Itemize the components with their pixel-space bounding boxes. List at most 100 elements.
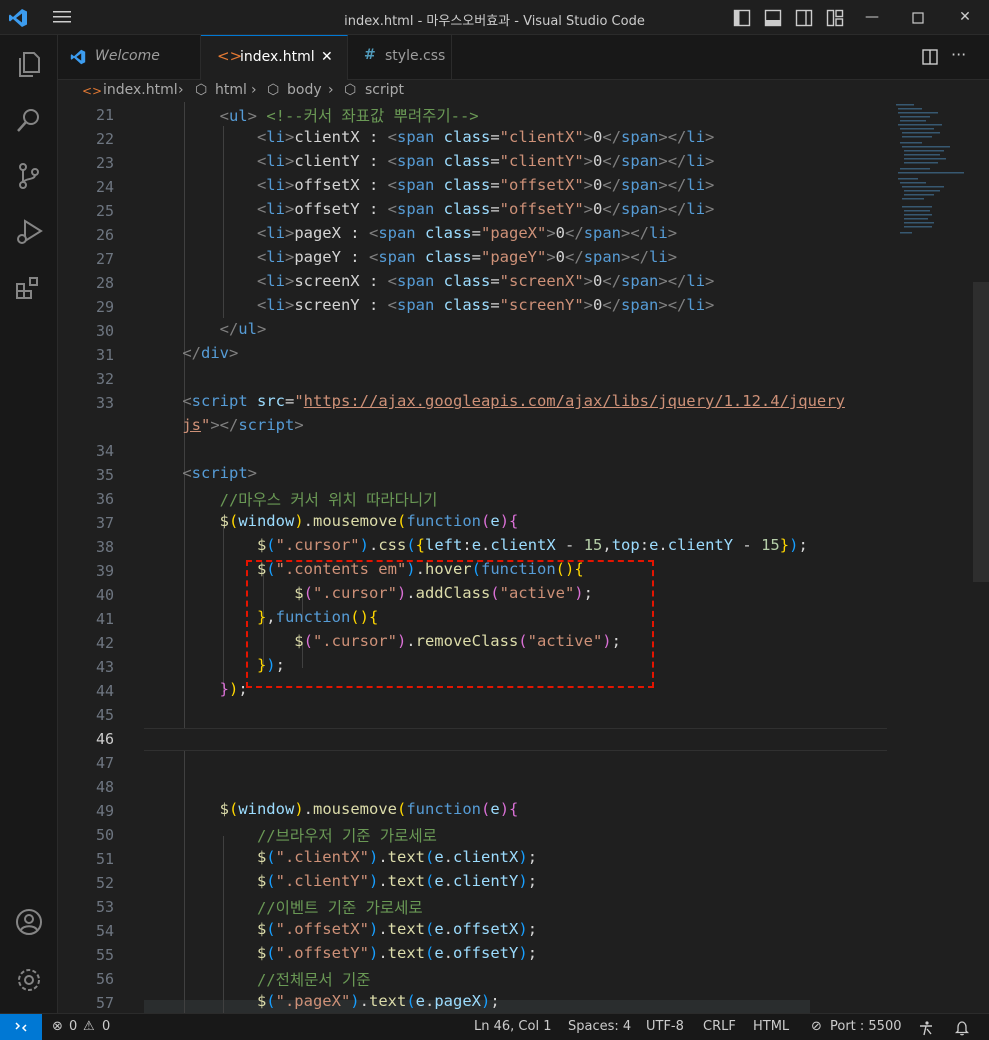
code-token: clientY [667,536,734,554]
code-token: ></ [658,272,687,290]
notifications-bell-icon[interactable] [955,1020,969,1036]
code-token: 0 [593,152,603,170]
breadcrumb-separator: › [328,82,334,98]
code-token: e [434,848,444,866]
code-token: </ [602,296,622,314]
code-token: $ [256,848,267,866]
breadcrumb-html[interactable]: html [215,82,247,98]
toggle-primary-sidebar-icon[interactable] [733,9,751,27]
live-server-icon[interactable]: ⊘ [811,1019,822,1034]
error-icon[interactable]: ⊗ [52,1019,63,1034]
code-line: <li>pageY : <span class="pageY">0</span>… [257,248,677,266]
run-and-debug-icon[interactable] [14,217,44,247]
line-number: 38 [95,538,114,556]
close-tab-icon[interactable]: ✕ [321,49,333,65]
file-encoding[interactable]: UTF-8 [646,1019,684,1034]
customize-layout-icon[interactable] [826,9,844,27]
maximize-window-icon[interactable] [912,12,924,24]
cube-symbol-icon: ⬡ [344,82,357,98]
end-of-line[interactable]: CRLF [703,1019,736,1034]
code-token: . [359,992,369,1010]
code-token: js [182,416,201,434]
language-mode[interactable]: HTML [753,1019,789,1034]
cube-symbol-icon: ⬡ [267,82,280,98]
code-token: class [443,200,491,218]
more-actions-icon[interactable]: ··· [951,45,966,64]
extensions-icon[interactable] [14,273,44,303]
code-token: ( [424,920,435,938]
code-token: "offsetY" [499,200,584,218]
code-token: "screenX" [499,272,584,290]
vertical-scrollbar-thumb[interactable] [973,282,989,582]
code-token: ) [294,512,304,530]
code-token: li [266,272,285,290]
code-token: </ [602,272,622,290]
code-token: ( [228,512,239,530]
settings-gear-icon[interactable] [14,965,44,995]
code-token: " [200,416,211,434]
code-token: <!--커서 좌표값 뿌려주기--> [266,107,479,125]
code-token: $ [256,536,267,554]
toggle-secondary-sidebar-icon[interactable] [795,9,813,27]
code-token: > [546,224,556,242]
code-token: . [443,872,454,890]
code-token: > [583,152,594,170]
code-token: 15 [761,536,780,554]
minimize-window-icon[interactable]: — [862,9,882,25]
explorer-files-icon[interactable] [14,49,44,79]
code-token: ) [499,800,510,818]
code-token: > [705,128,715,146]
accessibility-feedback-icon[interactable] [918,1020,934,1036]
code-token: e [434,944,444,962]
breadcrumb-body[interactable]: body [287,82,322,98]
code-token: 15 [583,536,603,554]
code-token: > [583,200,594,218]
code-token: ( [424,848,435,866]
line-number: 54 [95,922,114,940]
source-control-icon[interactable] [14,161,44,191]
line-number: 53 [95,898,114,916]
line-number: 23 [95,154,114,172]
warning-count[interactable]: 0 [102,1019,110,1034]
line-number: 22 [95,130,114,148]
code-token: ) [228,680,239,698]
code-token: text [387,944,425,962]
breadcrumb-file[interactable]: index.html [103,82,178,98]
tab-index-html[interactable]: <> index.html ✕ [201,35,348,80]
search-icon[interactable] [14,105,44,135]
remote-indicator[interactable] [0,1014,42,1040]
code-token: $ [219,800,229,818]
line-number: 55 [95,946,114,964]
code-line: <li>pageX : <span class="pageX">0</span>… [257,224,677,242]
code-token: > [705,272,715,290]
code-token: < [256,200,267,218]
code-editor[interactable]: 21 <ul> <!--커서 좌표값 뿌려주기--> 22 <li>clientX :… [58,102,989,1013]
tab-welcome[interactable]: Welcome [58,35,201,80]
code-token: ></ [658,152,687,170]
code-token: </ [565,248,584,266]
cursor-position[interactable]: Ln 46, Col 1 [474,1019,551,1034]
code-token: clientX [490,536,556,554]
indentation[interactable]: Spaces: 4 [568,1019,631,1034]
accounts-icon[interactable] [14,907,44,937]
code-token: : [462,536,472,554]
line-number: 25 [95,202,114,220]
breadcrumb-script[interactable]: script [365,82,404,98]
error-count[interactable]: 0 [69,1019,77,1034]
code-line: //이벤트 기준 가로세로 [257,896,423,918]
live-server-port[interactable]: Port : 5500 [830,1019,902,1034]
minimap[interactable] [894,102,968,242]
code-line: <ul> <!--커서 좌표값 뿌려주기--> [220,104,479,126]
code-token: //브라우저 기준 가로세로 [256,827,437,845]
code-token: span [396,176,444,194]
warning-icon[interactable]: ⚠ [83,1019,95,1034]
close-window-icon[interactable]: ✕ [955,9,975,25]
toggle-panel-icon[interactable] [764,9,782,27]
tab-style-css[interactable]: # style.css [348,35,452,80]
code-token: span [583,248,622,266]
code-token: $ [256,872,267,890]
split-editor-icon[interactable] [922,49,938,65]
code-token: = [490,272,500,290]
code-token: . [481,536,491,554]
code-token: src [256,392,285,410]
